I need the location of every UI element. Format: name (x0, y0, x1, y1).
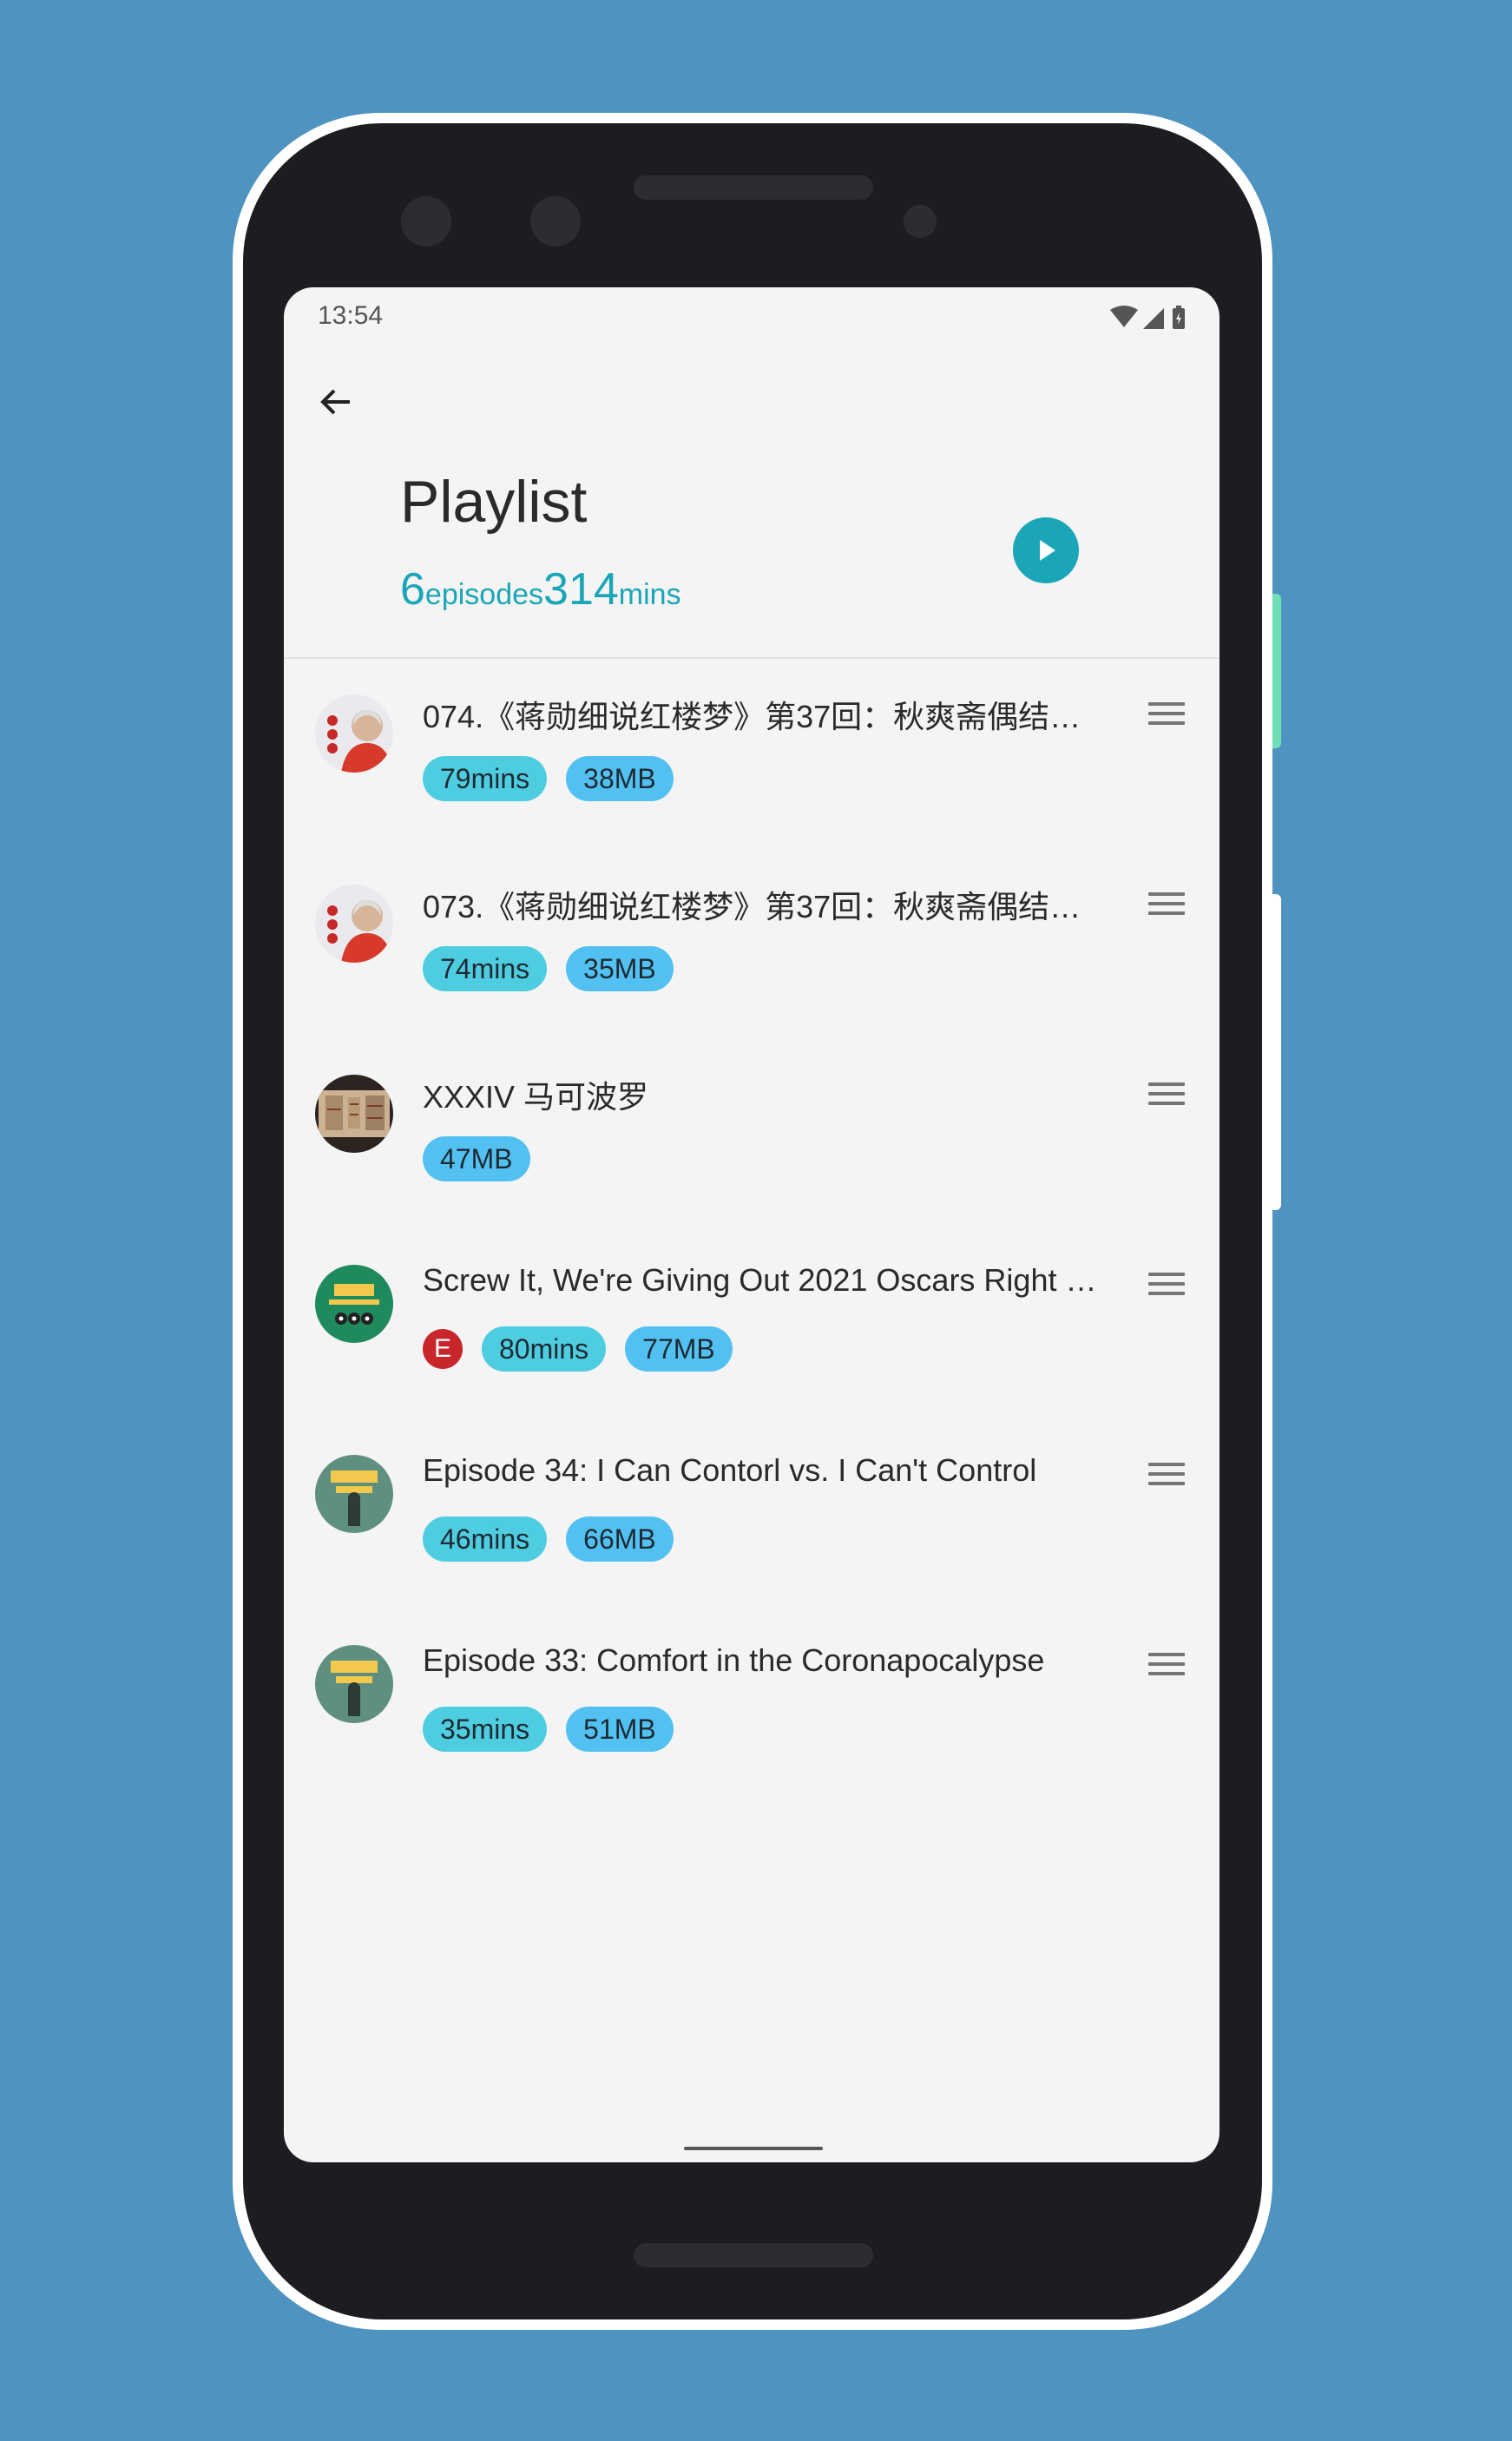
size-chip: 77MB (625, 1326, 733, 1372)
episode-title: 073.《蒋勋细说红楼梦》第37回：秋爽斋偶结海棠社 蘅芜苑夜拟菊花题 (423, 889, 1108, 924)
episode-meta: 74mins 35MB (423, 946, 693, 991)
drag-handle-icon[interactable] (1148, 1082, 1185, 1109)
episode-item[interactable]: 073.《蒋勋细说红楼梦》第37回：秋爽斋偶结海棠社 蘅芜苑夜拟菊花题 74mi… (284, 849, 1219, 1039)
podcast-cover-icon (315, 1265, 393, 1343)
status-time: 13:54 (318, 301, 384, 330)
size-chip: 47MB (423, 1136, 530, 1181)
front-camera-icon (530, 196, 581, 247)
episode-item[interactable]: Screw It, We're Giving Out 2021 Oscars R… (284, 1229, 1219, 1419)
podcast-cover-icon (315, 885, 393, 963)
episode-item[interactable]: Episode 33: Comfort in the Coronapocalyp… (284, 1609, 1219, 1799)
episode-list: 074.《蒋勋细说红楼梦》第37回：秋爽斋偶结海棠社 蘅芜苑夜拟菊花题 79mi… (284, 659, 1219, 1799)
size-chip: 66MB (566, 1517, 674, 1562)
play-all-button[interactable] (1013, 517, 1079, 583)
episode-meta: 79mins 38MB (423, 756, 693, 801)
duration-chip: 79mins (423, 756, 548, 801)
home-indicator[interactable] (684, 2147, 823, 2150)
episode-avatar (315, 1455, 393, 1533)
battery-icon (1173, 306, 1185, 329)
episode-item[interactable]: Episode 34: I Can Contorl vs. I Can't Co… (284, 1419, 1219, 1609)
episode-title: Episode 34: I Can Contorl vs. I Can't Co… (423, 1452, 1037, 1488)
total-minutes: 314 (543, 564, 619, 615)
podcast-cover-icon (315, 1455, 393, 1533)
arrow-left-icon (320, 389, 350, 415)
play-icon (1040, 540, 1055, 561)
duration-chip: 80mins (482, 1326, 607, 1372)
duration-chip: 74mins (423, 946, 548, 991)
episode-title: XXXIV 马可波罗 (423, 1079, 649, 1115)
episode-meta: 46mins 66MB (423, 1517, 693, 1562)
episode-avatar (315, 885, 393, 963)
drag-handle-icon[interactable] (1148, 1273, 1185, 1299)
episode-meta: 47MB (423, 1136, 549, 1181)
status-icons (1110, 305, 1188, 331)
page-title: Playlist (400, 469, 588, 535)
drag-handle-icon[interactable] (1148, 892, 1185, 918)
episode-label: episodes (424, 578, 544, 611)
power-button (1272, 594, 1281, 748)
explicit-badge: E (423, 1329, 463, 1369)
drag-handle-icon[interactable] (1148, 702, 1185, 728)
back-button[interactable] (308, 374, 364, 430)
front-camera-icon (401, 196, 451, 247)
proximity-sensor-icon (904, 205, 937, 238)
episode-avatar (315, 694, 393, 773)
size-chip: 35MB (566, 946, 674, 991)
podcast-cover-icon (315, 1645, 393, 1723)
episode-avatar (315, 1075, 393, 1153)
podcast-cover-icon (315, 694, 393, 773)
episode-title: Screw It, We're Giving Out 2021 Oscars R… (423, 1262, 1108, 1298)
size-chip: 51MB (566, 1707, 674, 1752)
size-chip: 38MB (566, 756, 674, 801)
drag-handle-icon[interactable] (1148, 1463, 1185, 1489)
episode-count: 6 (400, 564, 425, 615)
bottom-speaker (634, 2243, 873, 2267)
podcast-cover-icon (315, 1075, 393, 1153)
episode-meta: E 80mins 77MB (423, 1326, 752, 1372)
episode-title: 074.《蒋勋细说红楼梦》第37回：秋爽斋偶结海棠社 蘅芜苑夜拟菊花题 (423, 699, 1108, 734)
duration-chip: 35mins (423, 1707, 548, 1752)
duration-chip: 46mins (423, 1517, 548, 1562)
episode-meta: 35mins 51MB (423, 1707, 693, 1752)
cell-signal-icon (1143, 308, 1164, 329)
status-bar: 13:54 (284, 287, 1219, 346)
wifi-icon (1110, 306, 1138, 327)
app-screen: 13:54 Playlist 6episodes314mins 074.《蒋勋细… (284, 287, 1219, 2162)
playlist-summary: 6episodes314mins (400, 563, 681, 615)
episode-item[interactable]: 074.《蒋勋细说红楼梦》第37回：秋爽斋偶结海棠社 蘅芜苑夜拟菊花题 79mi… (284, 659, 1219, 849)
minutes-label: mins (618, 578, 681, 611)
drag-handle-icon[interactable] (1148, 1653, 1185, 1679)
episode-item[interactable]: XXXIV 马可波罗 47MB (284, 1039, 1219, 1229)
episode-title: Episode 33: Comfort in the Coronapocalyp… (423, 1642, 1045, 1678)
episode-avatar (315, 1645, 393, 1723)
volume-button (1272, 894, 1281, 1210)
episode-avatar (315, 1265, 393, 1343)
earpiece-speaker (634, 175, 873, 200)
